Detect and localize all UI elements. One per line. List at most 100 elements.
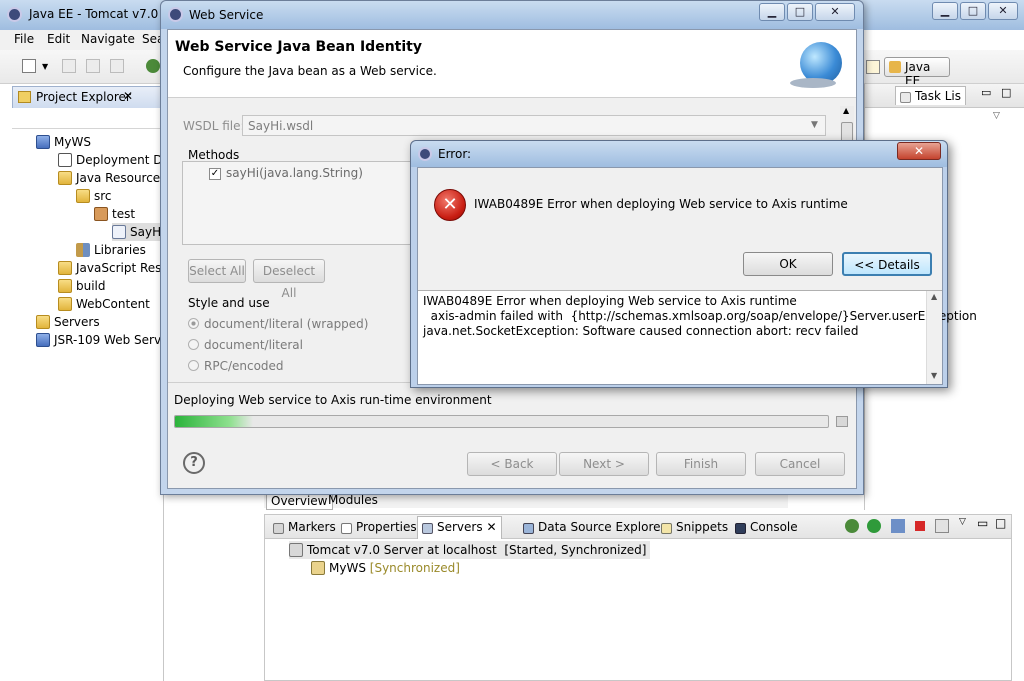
wizard-description: Configure the Java bean as a Web service… bbox=[183, 64, 437, 78]
tab-console[interactable]: Console bbox=[731, 517, 802, 537]
error-title: Error: bbox=[438, 147, 472, 161]
tree-item-servers[interactable]: Servers bbox=[36, 313, 100, 331]
profile-server-icon[interactable] bbox=[891, 519, 905, 533]
tree-item-sayhi[interactable]: SayHi bbox=[112, 223, 164, 241]
snippets-icon bbox=[661, 523, 672, 534]
style-use-label: Style and use bbox=[188, 296, 270, 310]
wizard-app-icon bbox=[168, 7, 183, 22]
eclipse-app-icon bbox=[7, 7, 22, 22]
minimize-view-icon[interactable]: ▭ bbox=[981, 86, 991, 99]
open-perspective-icon[interactable] bbox=[866, 60, 880, 74]
publish-icon[interactable] bbox=[935, 519, 949, 533]
wizard-close-button[interactable]: ✕ bbox=[815, 3, 855, 21]
wsdl-combo[interactable]: SayHi.wsdl ▼ bbox=[242, 115, 826, 136]
project-explorer-icon bbox=[18, 91, 31, 103]
back-button[interactable]: < Back bbox=[467, 452, 557, 476]
close-tab-icon[interactable]: ✕ bbox=[123, 89, 133, 103]
minimize-view-icon[interactable]: ▭ bbox=[977, 516, 988, 530]
style-option-wrapped[interactable]: document/literal (wrapped) bbox=[188, 317, 368, 331]
debug-icon[interactable] bbox=[146, 59, 160, 73]
help-icon[interactable]: ? bbox=[183, 452, 205, 474]
view-menu-icon[interactable]: ▽ bbox=[959, 517, 966, 527]
globe-stand-icon bbox=[790, 78, 836, 88]
tab-properties[interactable]: Properties bbox=[337, 517, 421, 537]
scroll-up-icon[interactable]: ▲ bbox=[843, 106, 849, 115]
start-server-icon[interactable] bbox=[867, 519, 881, 533]
tree-item-deployment-descriptor[interactable]: Deployment De bbox=[58, 151, 170, 169]
finish-button[interactable]: Finish bbox=[656, 452, 746, 476]
menu-edit[interactable]: Edit bbox=[47, 32, 70, 46]
stop-server-icon[interactable] bbox=[915, 521, 925, 531]
error-message: IWAB0489E Error when deploying Web servi… bbox=[474, 197, 848, 211]
scroll-up-icon[interactable]: ▲ bbox=[931, 292, 937, 301]
next-button[interactable]: Next > bbox=[559, 452, 649, 476]
debug-server-icon[interactable] bbox=[845, 519, 859, 533]
server-row[interactable]: Tomcat v7.0 Server at localhost [Started… bbox=[289, 541, 651, 559]
tab-data-source-explorer[interactable]: Data Source Explorer bbox=[519, 517, 669, 537]
tree-item-jsr109[interactable]: JSR-109 Web Servic bbox=[36, 331, 171, 349]
style-option-literal[interactable]: document/literal bbox=[188, 338, 303, 352]
folder-icon bbox=[36, 315, 50, 329]
folder-icon bbox=[58, 279, 72, 293]
project-explorer-view: Project Explorer ✕ MyWS Deployment De Ja… bbox=[12, 84, 176, 681]
wizard-maximize-button[interactable]: □ bbox=[787, 3, 813, 21]
perspective-java-ee[interactable]: Java EE bbox=[884, 57, 950, 88]
style-option-rpc[interactable]: RPC/encoded bbox=[188, 359, 284, 373]
methods-list: ✓ sayHi(java.lang.String) bbox=[182, 161, 422, 245]
tab-task-list[interactable]: Task Lis bbox=[895, 86, 966, 105]
scroll-down-icon[interactable]: ▼ bbox=[931, 371, 937, 380]
tree-item-src[interactable]: src bbox=[76, 187, 112, 205]
menu-file[interactable]: File bbox=[14, 32, 34, 46]
error-titlebar: Error: ✕ bbox=[411, 141, 947, 167]
details-textarea[interactable]: IWAB0489E Error when deploying Web servi… bbox=[418, 290, 977, 384]
stop-progress-icon[interactable] bbox=[836, 416, 848, 427]
save-icon bbox=[62, 59, 76, 73]
maximize-view-icon[interactable]: □ bbox=[1001, 86, 1011, 99]
dropdown-arrow-icon[interactable]: ▼ bbox=[42, 62, 48, 71]
project-explorer-tab[interactable]: Project Explorer ✕ bbox=[12, 86, 162, 108]
wizard-minimize-button[interactable]: ▁ bbox=[759, 3, 785, 21]
view-menu-icon[interactable]: ▽ bbox=[993, 111, 1000, 121]
descriptor-icon bbox=[58, 153, 72, 167]
close-button[interactable]: ✕ bbox=[988, 2, 1018, 20]
error-dialog: Error: ✕ ✕ IWAB0489E Error when deployin… bbox=[410, 140, 977, 388]
maximize-view-icon[interactable]: □ bbox=[995, 516, 1006, 530]
method-checkbox[interactable]: ✓ bbox=[209, 168, 221, 180]
tree-item-java-resources[interactable]: Java Resources bbox=[58, 169, 166, 187]
web-services-icon bbox=[36, 333, 50, 347]
tab-servers[interactable]: Servers ✕ bbox=[417, 516, 502, 539]
minimize-button[interactable]: ▁ bbox=[932, 2, 958, 20]
progress-bar bbox=[174, 415, 829, 428]
module-row[interactable]: MyWS [Synchronized] bbox=[311, 559, 460, 577]
cancel-button[interactable]: Cancel bbox=[755, 452, 845, 476]
progress-text: Deploying Web service to Axis run-time e… bbox=[174, 393, 492, 407]
ok-button[interactable]: OK bbox=[743, 252, 833, 276]
details-scrollbar[interactable]: ▲ ▼ bbox=[926, 291, 942, 384]
error-body: ✕ IWAB0489E Error when deploying Web ser… bbox=[417, 167, 977, 385]
print-icon bbox=[110, 59, 124, 73]
close-tab-icon[interactable]: ✕ bbox=[486, 520, 496, 534]
deselect-all-button[interactable]: Deselect All bbox=[253, 259, 325, 300]
console-icon bbox=[735, 523, 746, 534]
menu-navigate[interactable]: Navigate bbox=[81, 32, 135, 46]
details-button[interactable]: << Details bbox=[842, 252, 932, 276]
tree-item-test[interactable]: test bbox=[94, 205, 135, 223]
tree-item-libraries[interactable]: Libraries bbox=[76, 241, 146, 259]
new-icon[interactable] bbox=[22, 59, 36, 73]
tab-snippets[interactable]: Snippets bbox=[657, 517, 732, 537]
folder-icon bbox=[58, 297, 72, 311]
tab-markers[interactable]: Markers bbox=[269, 517, 340, 537]
wizard-titlebar: Web Service ▁ □ ✕ bbox=[161, 1, 863, 29]
tree-item-webcontent[interactable]: WebContent bbox=[58, 295, 150, 313]
tomcat-server-icon bbox=[289, 543, 303, 557]
tree-item-javascript-resources[interactable]: JavaScript Resou bbox=[58, 259, 176, 277]
tree-item-build[interactable]: build bbox=[58, 277, 106, 295]
radio-unselected bbox=[188, 339, 199, 350]
radio-selected bbox=[188, 318, 199, 329]
java-ee-icon bbox=[889, 61, 901, 73]
select-all-button[interactable]: Select All bbox=[188, 259, 246, 283]
data-source-icon bbox=[523, 523, 534, 534]
tree-item-myws[interactable]: MyWS bbox=[36, 133, 91, 151]
error-close-button[interactable]: ✕ bbox=[897, 142, 941, 160]
maximize-button[interactable]: □ bbox=[960, 2, 986, 20]
